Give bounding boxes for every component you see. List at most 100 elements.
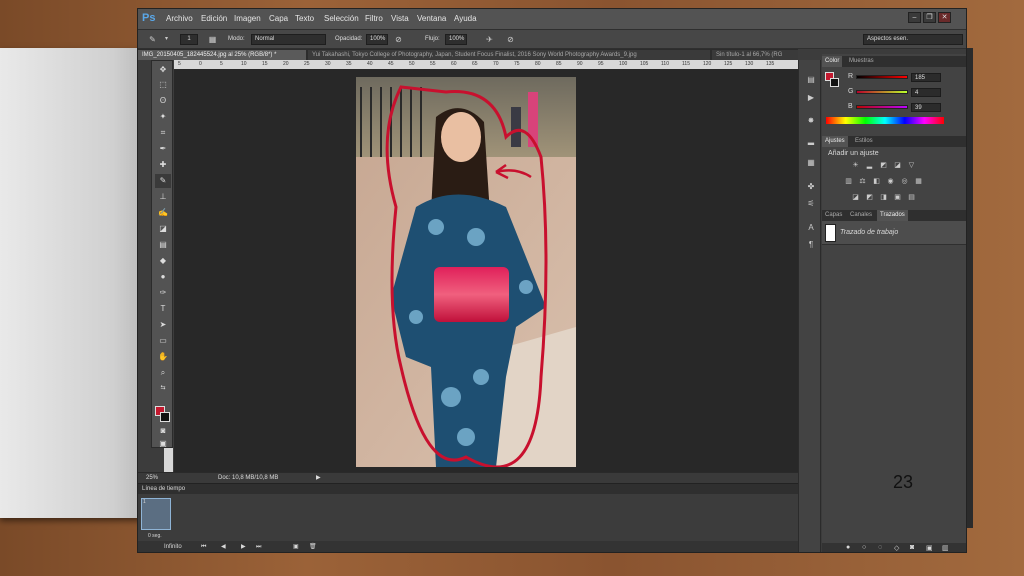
brush-tool-icon[interactable]: ✎ xyxy=(155,174,171,188)
quick-selection-tool-icon[interactable]: ✦ xyxy=(155,110,171,124)
tool-preset-chevron-icon[interactable]: ▾ xyxy=(160,33,173,46)
new-path-icon[interactable]: ▣ xyxy=(926,544,933,552)
add-mask-icon[interactable]: ◙ xyxy=(910,544,914,551)
tab-ajustes[interactable]: Ajustes xyxy=(822,136,848,147)
canvas-area[interactable] xyxy=(174,69,798,472)
make-path-icon[interactable]: ◇ xyxy=(894,544,899,552)
levels-adjust-icon[interactable]: ▂ xyxy=(865,162,874,170)
brightness-adjust-icon[interactable]: ☀ xyxy=(851,162,860,170)
green-slider[interactable] xyxy=(856,90,908,94)
status-menu-arrow-icon[interactable]: ▶ xyxy=(316,474,321,481)
brush-presets-icon[interactable]: ✤ xyxy=(804,181,818,193)
info-icon[interactable]: ▦ xyxy=(804,157,818,169)
path-selection-tool-icon[interactable]: ➤ xyxy=(155,318,171,332)
rectangle-tool-icon[interactable]: ▭ xyxy=(155,334,171,348)
menu-imagen[interactable]: Imagen xyxy=(234,14,261,23)
history-icon[interactable]: ▤ xyxy=(804,74,818,86)
blue-value[interactable]: 39 xyxy=(911,103,941,112)
dodge-tool-icon[interactable]: ● xyxy=(155,270,171,284)
bw-adjust-icon[interactable]: ◧ xyxy=(872,178,881,186)
first-frame-icon[interactable]: ⏮ xyxy=(201,541,206,552)
minimize-button[interactable]: – xyxy=(908,12,921,23)
screen-mode-icon[interactable]: ▣ xyxy=(155,439,171,449)
clone-stamp-tool-icon[interactable]: ⊥ xyxy=(155,190,171,204)
delete-frame-icon[interactable]: 🗑 xyxy=(309,541,317,552)
pressure-opacity-icon[interactable]: ⊘ xyxy=(392,33,405,46)
clone-source-icon[interactable]: ⚟ xyxy=(804,198,818,210)
lookup-adjust-icon[interactable]: ▦ xyxy=(914,178,923,186)
actions-icon[interactable]: ▶ xyxy=(804,92,818,104)
navigator-icon[interactable]: ✸ xyxy=(804,115,818,127)
brush-size-picker[interactable]: 1 xyxy=(180,34,198,45)
curves-adjust-icon[interactable]: ◩ xyxy=(879,162,888,170)
tab-trazados[interactable]: Trazados xyxy=(877,210,908,221)
gradient-map-adjust-icon[interactable]: ▤ xyxy=(907,194,916,202)
eraser-tool-icon[interactable]: ◪ xyxy=(155,222,171,236)
zoom-tool-icon[interactable]: ⌕ xyxy=(155,366,171,380)
menu-texto[interactable]: Texto xyxy=(295,14,314,23)
menu-capa[interactable]: Capa xyxy=(269,14,288,23)
exposure-adjust-icon[interactable]: ◪ xyxy=(893,162,902,170)
mode-select[interactable]: Normal xyxy=(251,34,326,45)
blue-slider[interactable] xyxy=(856,105,908,109)
delete-path-icon[interactable]: ▥ xyxy=(942,544,949,552)
tab-color[interactable]: Color xyxy=(822,56,843,67)
path-row[interactable]: Trazado de trabajo xyxy=(822,221,966,245)
threshold-adjust-icon[interactable]: ◨ xyxy=(879,194,888,202)
move-tool-icon[interactable]: ✥ xyxy=(155,63,171,77)
loop-select[interactable]: Infinito xyxy=(164,541,182,552)
selective-color-adjust-icon[interactable]: ▣ xyxy=(893,194,902,202)
gradient-tool-icon[interactable]: ▤ xyxy=(155,238,171,252)
tab-document-3[interactable]: Sin título-1 al 66,7% (RG xyxy=(712,50,798,60)
previous-frame-icon[interactable]: ◀ xyxy=(221,541,226,552)
photo-filter-adjust-icon[interactable]: ◉ xyxy=(886,178,895,186)
background-color-swatch[interactable] xyxy=(160,412,170,422)
flow-input[interactable]: 100% xyxy=(445,34,467,45)
frame-delay[interactable]: 0 seg. xyxy=(148,533,162,539)
stroke-path-icon[interactable]: ○ xyxy=(862,544,866,551)
type-tool-icon[interactable]: T xyxy=(155,302,171,316)
eyedropper-tool-icon[interactable]: ✒ xyxy=(155,142,171,156)
tab-canales[interactable]: Canales xyxy=(847,210,875,221)
menu-edicion[interactable]: Edición xyxy=(201,14,227,23)
load-selection-icon[interactable]: ◌ xyxy=(878,544,882,551)
hand-tool-icon[interactable]: ✋ xyxy=(155,350,171,364)
healing-brush-tool-icon[interactable]: ✚ xyxy=(155,158,171,172)
close-button[interactable]: ✕ xyxy=(938,12,951,23)
red-slider[interactable] xyxy=(856,75,908,79)
workspace-select[interactable]: Aspectos esen. xyxy=(863,34,963,45)
fill-path-icon[interactable]: ● xyxy=(846,544,850,551)
mixer-adjust-icon[interactable]: ◎ xyxy=(900,178,909,186)
menu-archivo[interactable]: Archivo xyxy=(166,14,193,23)
blur-tool-icon[interactable]: ◆ xyxy=(155,254,171,268)
hue-adjust-icon[interactable]: ▥ xyxy=(844,178,853,186)
new-frame-icon[interactable]: ▣ xyxy=(293,541,299,552)
color-panel-background[interactable] xyxy=(830,78,839,87)
posterize-adjust-icon[interactable]: ◩ xyxy=(865,194,874,202)
opacity-input[interactable]: 100% xyxy=(366,34,388,45)
airbrush-icon[interactable]: ✈ xyxy=(483,33,496,46)
pen-tool-icon[interactable]: ✑ xyxy=(155,286,171,300)
tab-capas[interactable]: Capas xyxy=(822,210,845,221)
restore-button[interactable]: ❐ xyxy=(923,12,936,23)
red-value[interactable]: 185 xyxy=(911,73,941,82)
tab-estilos[interactable]: Estilos xyxy=(852,136,876,147)
histogram-icon[interactable]: ▂ xyxy=(804,135,818,147)
zoom-level[interactable]: 25% xyxy=(146,475,158,481)
play-icon[interactable]: ▶ xyxy=(241,541,246,552)
balance-adjust-icon[interactable]: ⚖ xyxy=(858,178,867,186)
character-icon[interactable]: A xyxy=(804,222,818,234)
vibrance-adjust-icon[interactable]: ▽ xyxy=(907,162,916,170)
tab-document-1[interactable]: IMG_20150405_182445524.jpg al 25% (RGB/8… xyxy=(138,50,306,60)
color-spectrum-bar[interactable] xyxy=(826,117,944,124)
paragraph-icon[interactable]: ¶ xyxy=(804,239,818,251)
menu-vista[interactable]: Vista xyxy=(391,14,409,23)
animation-frame-1[interactable]: 1 xyxy=(141,498,171,530)
menu-seleccion[interactable]: Selección xyxy=(324,14,359,23)
next-frame-icon[interactable]: ⏭ xyxy=(256,541,261,552)
menu-ayuda[interactable]: Ayuda xyxy=(454,14,477,23)
history-brush-tool-icon[interactable]: ✍ xyxy=(155,206,171,220)
pressure-size-icon[interactable]: ⊘ xyxy=(504,33,517,46)
lasso-tool-icon[interactable]: ʘ xyxy=(155,94,171,108)
crop-tool-icon[interactable]: ⌗ xyxy=(155,126,171,140)
